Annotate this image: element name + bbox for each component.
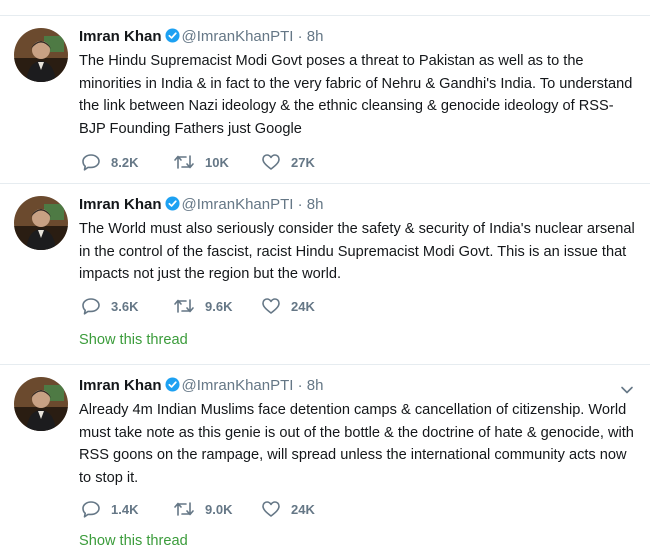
reply-count: 1.4K	[111, 501, 139, 517]
author-name[interactable]: Imran Khan	[79, 377, 162, 394]
tweet-text: The World must also seriously consider t…	[79, 221, 635, 283]
reply-icon	[82, 154, 100, 171]
like-button[interactable]: 27K	[261, 153, 315, 171]
tweet-header: Imran Khan @ImranKhanPTI · 8h	[79, 196, 323, 216]
separator-dot: ·	[297, 196, 303, 213]
retweet-icon	[174, 155, 194, 169]
tweet-header: Imran Khan @ImranKhanPTI · 8h	[79, 377, 323, 397]
author-handle[interactable]: @ImranKhanPTI	[182, 377, 294, 394]
separator-dot: ·	[297, 28, 303, 45]
timestamp[interactable]: 8h	[307, 196, 324, 213]
tweet[interactable]: Imran Khan @ImranKhanPTI · 8h Already 4m …	[0, 364, 650, 554]
show-thread-link[interactable]: Show this thread	[79, 332, 188, 348]
separator-dot: ·	[297, 377, 303, 394]
show-thread-link[interactable]: Show this thread	[79, 533, 188, 549]
reply-icon	[82, 298, 100, 315]
like-count: 24K	[291, 298, 315, 314]
avatar[interactable]	[14, 28, 68, 82]
reply-button[interactable]: 3.6K	[81, 297, 138, 315]
retweet-button[interactable]: 9.0K	[173, 500, 232, 518]
verified-badge-icon	[164, 28, 180, 48]
reply-count: 3.6K	[111, 298, 139, 314]
author-handle[interactable]: @ImranKhanPTI	[182, 196, 294, 213]
retweet-count: 9.0K	[205, 501, 233, 517]
tweet-text: Already 4m Indian Muslims face detention…	[79, 402, 634, 486]
retweet-button[interactable]: 9.6K	[173, 297, 232, 315]
avatar[interactable]	[14, 377, 68, 431]
retweet-icon	[174, 502, 194, 516]
tweet[interactable]: Imran Khan @ImranKhanPTI · 8h The Hindu S…	[0, 15, 650, 183]
tweet-text: The Hindu Supremacist Modi Govt poses a …	[79, 53, 633, 137]
tweet[interactable]: Imran Khan @ImranKhanPTI · 8h The World m…	[0, 183, 650, 364]
timestamp[interactable]: 8h	[307, 377, 324, 394]
reply-button[interactable]: 8.2K	[81, 153, 138, 171]
reply-count: 8.2K	[111, 154, 139, 170]
heart-icon	[262, 501, 280, 517]
like-count: 27K	[291, 154, 315, 170]
tweet-header: Imran Khan @ImranKhanPTI · 8h	[79, 28, 323, 48]
author-handle[interactable]: @ImranKhanPTI	[182, 28, 294, 45]
retweet-count: 9.6K	[205, 298, 233, 314]
author-name[interactable]: Imran Khan	[79, 196, 162, 213]
like-count: 24K	[291, 501, 315, 517]
timeline-feed: Imran Khan @ImranKhanPTI · 8h The Hindu S…	[0, 0, 650, 549]
retweet-count: 10K	[205, 154, 229, 170]
like-button[interactable]: 24K	[261, 500, 315, 518]
chevron-down-icon[interactable]	[620, 385, 634, 395]
verified-badge-icon	[164, 377, 180, 397]
like-button[interactable]: 24K	[261, 297, 315, 315]
heart-icon	[262, 154, 280, 170]
reply-button[interactable]: 1.4K	[81, 500, 138, 518]
retweet-button[interactable]: 10K	[173, 153, 229, 171]
reply-icon	[82, 501, 100, 518]
author-name[interactable]: Imran Khan	[79, 28, 162, 45]
heart-icon	[262, 298, 280, 314]
timestamp[interactable]: 8h	[307, 28, 324, 45]
verified-badge-icon	[164, 196, 180, 216]
retweet-icon	[174, 299, 194, 313]
avatar[interactable]	[14, 196, 68, 250]
